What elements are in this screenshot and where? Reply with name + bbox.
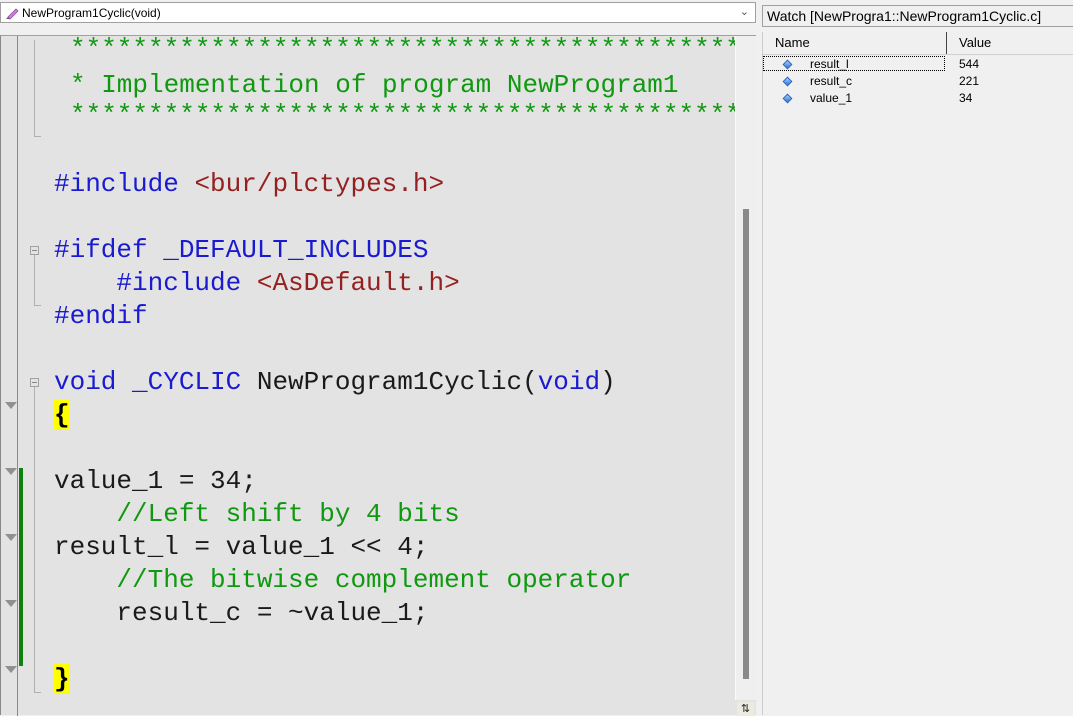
watch-grid-header: Name Value <box>763 32 1073 55</box>
code-token: <AsDefault.h> <box>256 268 460 298</box>
code-line: value_1 = 34; <box>54 465 257 498</box>
watch-variable-name: value_1 <box>810 91 853 105</box>
code-token: result_l = value_1 << 4; <box>54 532 429 562</box>
code-token: <bur/plctypes.h> <box>194 169 445 199</box>
code-token: #include <box>54 169 195 199</box>
code-token: #include <box>54 268 257 298</box>
column-header-value[interactable]: Value <box>959 35 991 50</box>
variable-diamond-icon <box>782 76 793 87</box>
code-editor[interactable]: ****************************************… <box>0 35 757 716</box>
code-token: ****************************************… <box>70 36 735 64</box>
split-view-icon[interactable]: ⇅ <box>737 702 754 716</box>
code-line: { <box>54 399 70 432</box>
chevron-down-icon[interactable]: ⌄ <box>740 5 749 18</box>
watch-variable-name: result_c <box>810 74 853 88</box>
code-line: } <box>54 663 70 696</box>
code-line: * Implementation of program NewProgram1 <box>70 69 679 102</box>
code-text-area[interactable]: ****************************************… <box>1 36 735 716</box>
watch-variable-value[interactable]: 34 <box>959 90 972 107</box>
code-token: //The bitwise complement operator <box>54 565 632 595</box>
watch-window-title: Watch [NewProgra1::NewProgram1Cyclic.c] <box>762 5 1073 27</box>
function-dropdown-value: NewProgram1Cyclic(void) <box>22 5 161 20</box>
code-line: ****************************************… <box>70 36 735 66</box>
watch-row[interactable]: result_c 221 <box>763 73 1073 90</box>
code-line: //Left shift by 4 bits <box>54 498 460 531</box>
scrollbar-thumb[interactable] <box>743 209 749 679</box>
code-line: void _CYCLIC NewProgram1Cyclic(void) <box>54 366 616 399</box>
watch-variable-name: result_l <box>810 57 849 71</box>
code-token: void _CYCLIC <box>54 367 257 397</box>
pencil-icon <box>6 7 19 20</box>
code-line: #include <bur/plctypes.h> <box>54 168 444 201</box>
watch-grid[interactable]: Name Value result_l 544 result_c 221 val… <box>762 32 1073 715</box>
column-header-name[interactable]: Name <box>775 35 810 50</box>
code-token: { <box>54 400 70 430</box>
code-line: //The bitwise complement operator <box>54 564 631 597</box>
watch-variable-value[interactable]: 544 <box>959 56 979 73</box>
vertical-scrollbar[interactable] <box>735 36 757 700</box>
code-token: //Left shift by 4 bits <box>54 499 460 529</box>
code-token: #endif <box>54 301 148 331</box>
code-token: * Implementation of program NewProgram1 <box>70 70 679 100</box>
code-token: } <box>54 664 70 694</box>
code-token: #ifdef _DEFAULT_INCLUDES <box>54 235 429 265</box>
variable-diamond-icon <box>782 93 793 104</box>
code-line: result_l = value_1 << 4; <box>54 531 428 564</box>
code-line: #endif <box>54 300 148 333</box>
code-line: ****************************************… <box>70 99 735 132</box>
watch-row[interactable]: value_1 34 <box>763 90 1073 107</box>
code-token: NewProgram1Cyclic( <box>256 367 538 397</box>
code-line: result_c = ~value_1; <box>54 597 428 630</box>
code-token: ****************************************… <box>70 100 735 130</box>
code-token: void <box>537 367 601 397</box>
function-dropdown[interactable]: NewProgram1Cyclic(void) ⌄ <box>0 2 756 23</box>
code-token: ) <box>600 367 616 397</box>
column-resize-handle[interactable] <box>946 32 947 54</box>
watch-row[interactable]: result_l 544 <box>763 56 1073 73</box>
code-line: #include <AsDefault.h> <box>54 267 460 300</box>
code-token: result_c = ~value_1; <box>54 598 429 628</box>
code-line: #ifdef _DEFAULT_INCLUDES <box>54 234 428 267</box>
code-token: value_1 = 34; <box>54 466 257 496</box>
watch-variable-value[interactable]: 221 <box>959 73 979 90</box>
